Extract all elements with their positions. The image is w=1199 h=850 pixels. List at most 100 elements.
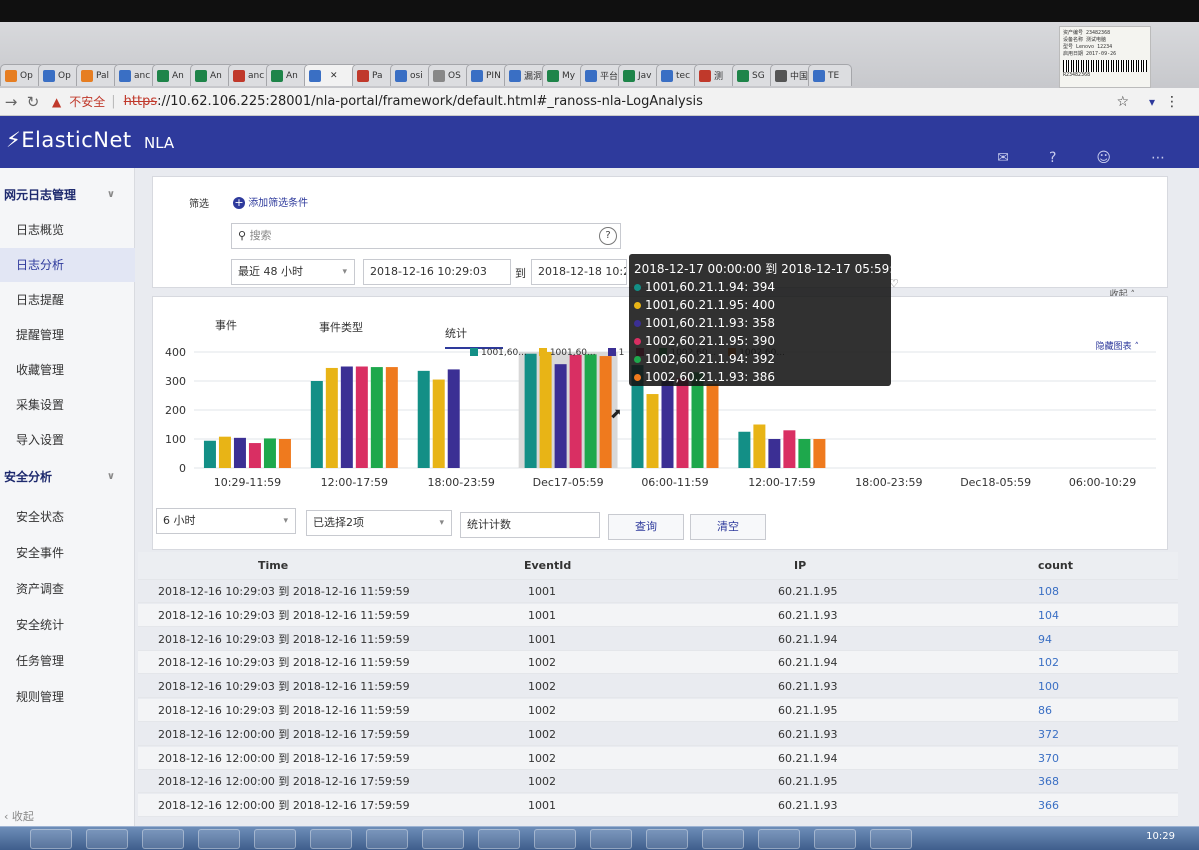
time-range-select[interactable]: 最近 48 小时 ▾ [231,259,355,285]
series-dot-icon [634,338,641,345]
table-row[interactable]: 2018-12-16 12:00:00 到 2018-12-16 17:59:5… [138,746,1178,770]
mail-icon[interactable]: ✉ [997,150,1009,166]
count-cell[interactable]: 94 [1038,628,1052,650]
table-row[interactable]: 2018-12-16 10:29:03 到 2018-12-16 11:59:5… [138,699,1178,722]
count-cell[interactable]: 368 [1038,770,1059,792]
user-icon[interactable]: ☺ [1096,150,1111,166]
sidebar-item[interactable]: 安全事件 [0,536,135,570]
mail-icon[interactable] [590,829,632,849]
url-scheme[interactable]: https [124,94,157,109]
clear-button[interactable]: 清空 [690,514,766,540]
table-row[interactable]: 2018-12-16 10:29:03 到 2018-12-16 11:59:5… [138,628,1178,651]
sidebar-item[interactable]: 安全状态 [0,500,135,534]
forward-icon[interactable]: → [0,93,22,111]
security-warning[interactable]: 不安全 [69,93,105,110]
count-cell[interactable]: 104 [1038,604,1059,626]
favicon-icon [623,69,635,82]
vscode-icon[interactable] [198,829,240,849]
sidebar-item[interactable]: 资产调查 [0,572,135,606]
time-cell: 2018-12-16 12:00:00 到 2018-12-16 17:59:5… [158,751,410,765]
search-input[interactable]: ⚲ 搜索 [231,223,621,249]
sidebar-item[interactable]: 规则管理 [0,680,135,714]
extension-icon[interactable]: ▾ [1149,95,1155,109]
sticker-line: 启用日期 2017-09-26 [1063,51,1117,57]
column-header[interactable]: IP [794,552,806,579]
sidebar-item[interactable]: 安全统计 [0,608,135,642]
sidebar-item[interactable]: 日志提醒 [0,283,135,317]
bar [768,439,781,468]
sidebar-item[interactable]: 网元日志管理 ∨ [0,178,135,212]
bar [203,440,216,468]
bar [738,431,751,468]
legend-item[interactable]: 1 [607,348,624,358]
bookmark-star-icon[interactable]: ☆ [1116,94,1129,110]
app-icon[interactable] [478,829,520,849]
series-multiselect[interactable]: 已选择2项 ▾ [306,510,452,536]
table-row[interactable]: 2018-12-16 12:00:00 到 2018-12-16 17:59:5… [138,723,1178,746]
menu-dots-icon[interactable]: ⋮ [1165,94,1179,110]
favicon-icon [43,69,55,82]
sidebar-item[interactable]: 收藏管理 [0,353,135,387]
app-icon[interactable] [758,829,800,849]
chrome-icon[interactable] [254,829,296,849]
add-filter-button[interactable]: + 添加筛选条件 [233,194,308,209]
sidebar-item[interactable]: 采集设置 [0,388,135,422]
favicon-icon [395,69,407,82]
count-cell[interactable]: 108 [1038,580,1059,602]
app-icon[interactable] [86,829,128,849]
query-button[interactable]: 查询 [608,514,684,540]
table-row[interactable]: 2018-12-16 10:29:03 到 2018-12-16 11:59:5… [138,580,1178,603]
app-icon[interactable] [310,829,352,849]
bar [310,381,323,468]
header-icons: ✉ ? ☺ ⋯ [997,150,1165,166]
sidebar-item[interactable]: 安全分析 ∨ [0,460,135,494]
legend-item[interactable]: 1001,60... [538,348,596,358]
browser-tab[interactable]: TE [808,64,852,86]
series-dot-icon [634,356,641,363]
count-cell[interactable]: 100 [1038,675,1059,697]
app-logo[interactable]: ⚡ElasticNet [6,128,132,152]
sidebar-item[interactable]: 任务管理 [0,644,135,678]
sidebar-item[interactable]: 导入设置 [0,423,135,457]
table-row[interactable]: 2018-12-16 10:29:03 到 2018-12-16 11:59:5… [138,675,1178,699]
table-row[interactable]: 2018-12-16 12:00:00 到 2018-12-16 17:59:5… [138,770,1178,794]
browser-ie-icon[interactable] [142,829,184,849]
help-icon[interactable]: ? [599,227,617,245]
app-icon[interactable] [870,829,912,849]
table-row[interactable]: 2018-12-16 12:00:00 到 2018-12-16 17:59:5… [138,794,1178,818]
sidebar-item[interactable]: 日志概览 [0,213,135,247]
count-cell[interactable]: 370 [1038,747,1059,769]
close-tab-icon[interactable]: ✕ [330,71,338,81]
tooltip-row-text: 1002,60.21.1.94: 392 [645,352,776,366]
terminal-icon[interactable] [814,829,856,849]
start-icon[interactable] [30,829,72,849]
interval-select[interactable]: 6 小时 ▾ [156,508,296,534]
url-text[interactable]: ://10.62.106.225:28001/nla-portal/framew… [157,94,703,109]
stat-field-input[interactable]: 统计计数 [460,512,600,538]
column-header[interactable]: EventId [524,552,571,579]
editor-icon[interactable] [422,829,464,849]
count-cell[interactable]: 372 [1038,723,1059,745]
count-cell[interactable]: 102 [1038,651,1059,673]
app-icon[interactable] [702,829,744,849]
table-row[interactable]: 2018-12-16 10:29:03 到 2018-12-16 11:59:5… [138,603,1178,627]
x-tick-label: 12:00-17:59 [748,476,815,489]
sidebar-item[interactable]: 日志分析 [0,248,135,282]
app-icon[interactable] [534,829,576,849]
legend-item[interactable]: 1001,60... [470,348,527,358]
count-cell[interactable]: 366 [1038,794,1059,816]
column-header[interactable]: count [1038,552,1073,579]
sidebar-item[interactable]: 提醒管理 [0,318,135,352]
table-row[interactable]: 2018-12-16 10:29:03 到 2018-12-16 11:59:5… [138,651,1178,675]
folder-icon[interactable] [646,829,688,849]
column-header[interactable]: Time [258,552,288,579]
count-cell[interactable]: 86 [1038,699,1052,721]
reload-icon[interactable]: ↻ [22,93,44,111]
end-time-field[interactable]: 2018-12-18 10:29:03 [531,259,627,285]
start-time-field[interactable]: 2018-12-16 10:29:03 [363,259,511,285]
browser-tab[interactable]: ✕ [304,64,358,86]
more-icon[interactable]: ⋯ [1151,150,1165,166]
tool-icon[interactable] [366,829,408,849]
address-bar: → ↻ ▲ 不安全 | https ://10.62.106.225:28001… [0,88,1199,116]
help-icon[interactable]: ? [1049,150,1056,166]
